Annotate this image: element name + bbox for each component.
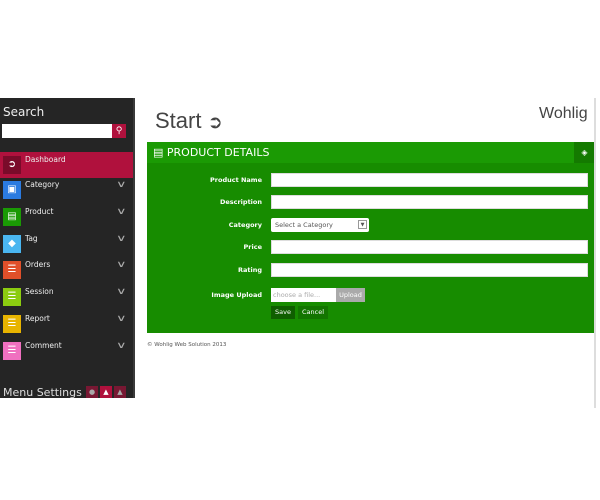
category-label: Category [228,221,262,229]
tag-icon[interactable]: ◈ [574,142,595,163]
save-button[interactable]: Save [271,306,295,319]
sidebar-item-tag[interactable]: ◆ Tag ∨ [0,231,133,257]
search-button[interactable]: ⚲ [112,124,126,138]
drive-icon: ▤ [153,146,164,159]
scrollbar[interactable] [594,98,596,408]
rating-label: Rating [237,266,262,274]
product-details-panel: ▤ PRODUCT DETAILS ◈ Product Name Descrip… [147,142,595,333]
sidebar-item-product[interactable]: ▤ Product ∨ [0,204,133,230]
sidebar-item-orders[interactable]: ☰ Orders ∨ [0,257,133,283]
search-label: Search [3,105,45,119]
stack-icon: ☰ [3,288,21,306]
stack-icon: ☰ [3,315,21,333]
sidebar-item-session[interactable]: ☰ Session ∨ [0,284,133,310]
arrow-circle-icon: ➲ [3,156,21,174]
sidebar-item-label: Session [25,287,54,296]
chevron-down-icon[interactable]: ∨ [116,287,127,297]
panel-title: PRODUCT DETAILS [166,146,270,159]
search-input[interactable] [2,124,112,138]
stack-icon: ☰ [3,342,21,360]
tag-icon: ◆ [3,235,21,253]
price-label: Price [243,243,262,251]
product-name-label: Product Name [210,176,262,184]
search-icon: ⚲ [115,126,123,136]
sidebar-item-label: Orders [25,260,51,269]
category-value: Select a Category [275,221,333,229]
description-input[interactable] [271,195,588,209]
description-label: Description [219,198,262,206]
sidebar-item-report[interactable]: ☰ Report ∨ [0,311,133,337]
footer: © Wohlig Web Solution 2013 [147,342,227,348]
sidebar-item-label: Comment [25,341,62,350]
chevron-down-icon[interactable]: ∨ [116,180,127,190]
file-input[interactable]: choose a file... [271,288,336,302]
sidebar-item-label: Report [25,314,50,323]
chevron-down-icon[interactable]: ∨ [116,260,127,270]
menu-settings-label: Menu Settings [3,386,82,398]
image-upload-label: Image Upload [211,291,262,299]
chevron-down-icon[interactable]: ∨ [116,207,127,217]
category-select[interactable]: Select a Category ▼ [271,218,369,232]
brand-name: Wohlig [539,105,588,122]
price-input[interactable] [271,240,588,254]
sidebar-item-label: Dashboard [25,155,66,164]
rating-input[interactable] [271,263,588,277]
list-icon: ▤ [3,208,21,226]
sidebar-item-category[interactable]: ▣ Category ∨ [0,177,133,203]
sidebar-item-dashboard[interactable]: ➲ Dashboard [0,152,133,178]
stack-icon: ☰ [3,261,21,279]
chevron-down-icon[interactable]: ∨ [116,341,127,351]
person-icon[interactable]: ▲ [100,386,112,398]
walk-icon[interactable]: ▲ [114,386,126,398]
chevron-down-icon[interactable]: ∨ [116,234,127,244]
user-icon[interactable]: ● [86,386,98,398]
sidebar-item-comment[interactable]: ☰ Comment ∨ [0,338,133,364]
sidebar-item-label: Product [25,207,54,216]
cube-icon: ▣ [3,181,21,199]
panel-header: ▤ PRODUCT DETAILS ◈ [147,142,595,163]
sidebar-item-label: Category [25,180,60,189]
upload-button[interactable]: Upload [336,288,365,302]
sidebar: Search ⚲ ➲ Dashboard ▣ Category ∨ ▤ Product ∨ ◆ T… [0,98,135,398]
chevron-down-icon: ▼ [358,220,367,229]
cancel-button[interactable]: Cancel [298,306,328,319]
arrow-circle-icon: ➲ [207,112,223,132]
sidebar-item-label: Tag [25,234,38,243]
product-name-input[interactable] [271,173,588,187]
page-title: Start ➲ [155,108,223,133]
chevron-down-icon[interactable]: ∨ [116,314,127,324]
